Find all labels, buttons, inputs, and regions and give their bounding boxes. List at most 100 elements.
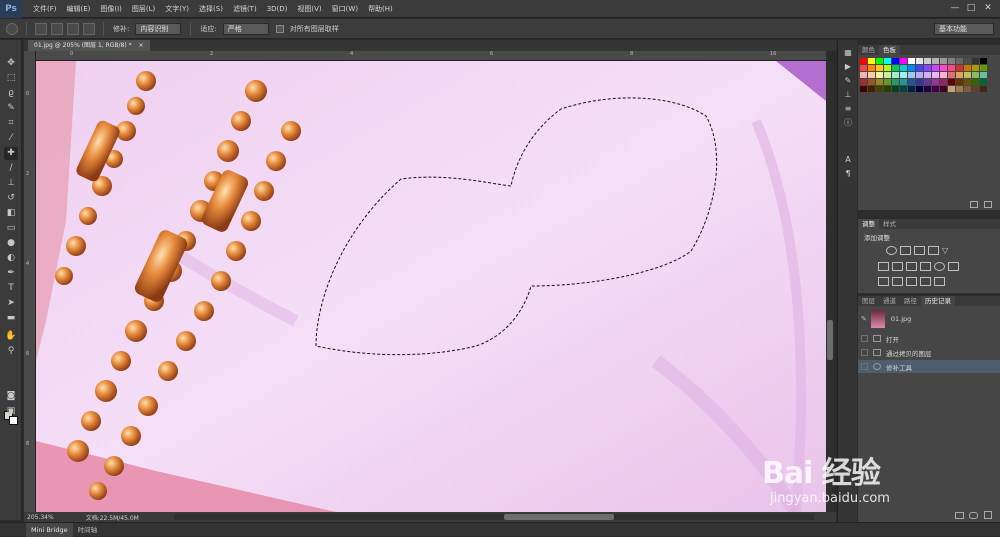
color-swatch[interactable] [916, 79, 923, 85]
color-swatch[interactable] [908, 79, 915, 85]
color-swatch[interactable] [964, 65, 971, 71]
color-swatch[interactable] [972, 72, 979, 78]
menu-layer[interactable]: 图层(L) [127, 4, 160, 14]
color-swatch[interactable] [940, 58, 947, 64]
color-swatch[interactable] [948, 86, 955, 92]
menu-filter[interactable]: 滤镜(T) [228, 4, 262, 14]
color-swatch[interactable] [876, 72, 883, 78]
color-swatch[interactable] [868, 58, 875, 64]
menu-window[interactable]: 窗口(W) [327, 4, 363, 14]
tab-adjustments[interactable]: 调整 [858, 219, 879, 229]
horizontal-scroll-thumb[interactable] [504, 514, 614, 520]
color-swatch[interactable] [860, 58, 867, 64]
maximize-button[interactable]: □ [964, 2, 978, 14]
tab-channels[interactable]: 通道 [879, 296, 900, 306]
menu-help[interactable]: 帮助(H) [363, 4, 398, 14]
tab-paths[interactable]: 路径 [900, 296, 921, 306]
lasso-tool-icon[interactable]: ϱ [4, 87, 18, 100]
color-swatch[interactable] [884, 86, 891, 92]
tab-swatches[interactable]: 色板 [879, 45, 900, 55]
vertical-scrollbar[interactable] [826, 61, 834, 512]
pen-tool-icon[interactable]: ✒ [4, 267, 18, 280]
history-state[interactable]: 打开 [858, 332, 1000, 345]
tab-history[interactable]: 历史记录 [921, 296, 955, 306]
color-swatch[interactable] [956, 58, 963, 64]
delete-swatch-icon[interactable] [984, 201, 992, 208]
zoom-tool-icon[interactable]: ⚲ [4, 345, 18, 358]
color-swatch[interactable] [900, 79, 907, 85]
color-swatch[interactable] [932, 72, 939, 78]
adapt-select[interactable]: 严格 [222, 22, 269, 35]
color-swatch[interactable] [900, 72, 907, 78]
history-state-selected[interactable]: 修补工具 [858, 360, 1000, 373]
eraser-tool-icon[interactable]: ◧ [4, 207, 18, 220]
character-panel-icon[interactable]: A [842, 155, 854, 165]
color-swatch[interactable] [900, 58, 907, 64]
color-swatch[interactable] [908, 58, 915, 64]
menu-type[interactable]: 文字(Y) [160, 4, 194, 14]
color-swatch[interactable] [940, 72, 947, 78]
history-state[interactable]: 通过拷贝的图层 [858, 346, 1000, 359]
tab-styles[interactable]: 样式 [879, 219, 900, 229]
color-swatch[interactable] [884, 65, 891, 71]
color-swatch[interactable] [980, 65, 987, 71]
color-swatch[interactable] [892, 72, 899, 78]
color-swatch[interactable] [980, 72, 987, 78]
gradient-map-icon[interactable] [934, 277, 945, 286]
history-panel-icon[interactable]: ▦ [842, 48, 854, 58]
document-tab[interactable]: 01.jpg @ 205% (图层 1, RGB/8) * × [28, 40, 150, 51]
tab-close-icon[interactable]: × [139, 42, 144, 49]
color-swatch[interactable] [860, 86, 867, 92]
color-swatch[interactable] [932, 65, 939, 71]
color-swatch[interactable] [948, 72, 955, 78]
move-tool-icon[interactable]: ✥ [4, 57, 18, 70]
vertical-scroll-thumb[interactable] [827, 320, 833, 360]
shape-tool-icon[interactable]: ▬ [4, 312, 18, 325]
tab-color[interactable]: 颜色 [858, 45, 879, 55]
menu-select[interactable]: 选择(S) [194, 4, 228, 14]
color-swatch[interactable] [868, 79, 875, 85]
clone-source-icon[interactable]: ⊥ [842, 90, 854, 100]
color-swatch[interactable] [940, 65, 947, 71]
color-swatch[interactable] [908, 72, 915, 78]
color-swatch[interactable] [972, 79, 979, 85]
color-swatch[interactable] [964, 72, 971, 78]
color-swatch[interactable] [884, 58, 891, 64]
color-lookup-icon[interactable] [948, 262, 959, 271]
color-swatch[interactable] [916, 72, 923, 78]
new-document-from-state-icon[interactable] [955, 512, 964, 519]
color-swatch[interactable] [964, 58, 971, 64]
info-panel-icon[interactable]: ⓘ [842, 118, 854, 128]
black-white-icon[interactable] [906, 262, 917, 271]
color-swatch[interactable] [932, 79, 939, 85]
new-swatch-icon[interactable] [970, 201, 978, 208]
brightness-icon[interactable] [886, 246, 897, 255]
color-swatch[interactable] [964, 86, 971, 92]
path-selection-tool-icon[interactable]: ➤ [4, 297, 18, 310]
swatch-grid[interactable] [860, 58, 987, 92]
crop-tool-icon[interactable]: ⌗ [4, 117, 18, 130]
color-swatch[interactable] [956, 65, 963, 71]
color-swatch[interactable] [916, 65, 923, 71]
posterize-icon[interactable] [892, 277, 903, 286]
color-swatch[interactable] [940, 86, 947, 92]
color-swatch[interactable] [940, 79, 947, 85]
menu-view[interactable]: 视图(V) [292, 4, 326, 14]
color-swatch[interactable] [900, 86, 907, 92]
history-source-checkbox[interactable] [861, 349, 868, 356]
color-swatch[interactable] [884, 79, 891, 85]
zoom-level[interactable]: 205.34% [27, 514, 54, 521]
color-swatch[interactable] [868, 72, 875, 78]
patch-mode-select[interactable]: 内容识别 [135, 22, 182, 35]
brush-tool-icon[interactable]: ∕ [4, 162, 18, 175]
color-swatch[interactable] [876, 58, 883, 64]
color-swatch[interactable] [924, 58, 931, 64]
color-swatch[interactable] [908, 86, 915, 92]
color-swatch[interactable] [884, 72, 891, 78]
close-button[interactable]: ✕ [981, 2, 995, 14]
layer-comps-icon[interactable]: ≡ [842, 104, 854, 114]
actions-panel-icon[interactable]: ▶ [842, 62, 854, 72]
subtract-selection-icon[interactable] [67, 22, 79, 35]
workspace-select[interactable]: 基本功能 [934, 23, 994, 35]
color-swatch[interactable] [892, 58, 899, 64]
